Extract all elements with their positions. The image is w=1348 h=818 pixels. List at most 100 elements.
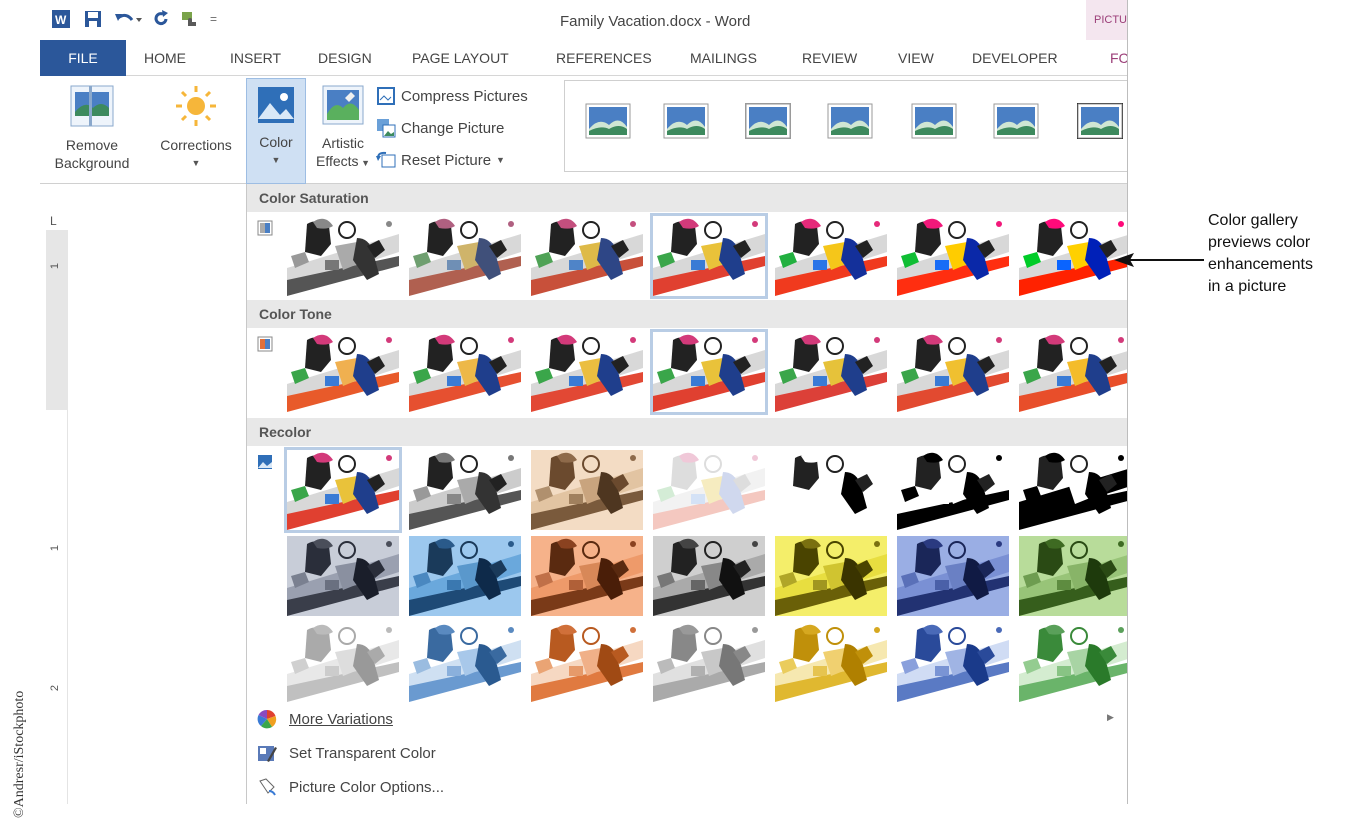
window-title: Family Vacation.docx - Word xyxy=(560,13,751,30)
remove-background-icon xyxy=(70,85,114,127)
recolor-light-orange-thumb[interactable] xyxy=(531,622,643,702)
recolor-grayscale-thumb[interactable] xyxy=(409,450,521,530)
submenu-arrow-icon: ▶ xyxy=(1107,712,1114,722)
ruler-tab-selector[interactable]: L xyxy=(40,190,80,228)
picture-styles-gallery xyxy=(564,80,1127,172)
recolor-light-green-thumb[interactable] xyxy=(1019,622,1128,702)
touch-mode-icon[interactable] xyxy=(180,8,202,30)
compress-pictures-button[interactable]: Compress Pictures xyxy=(376,86,528,106)
ruler-number: 1 xyxy=(49,544,62,552)
picture-style-5[interactable] xyxy=(911,103,957,139)
title-bar: W = Family Vacation.docx - Word PICTU xyxy=(40,0,1127,40)
more-variations-menu-item[interactable]: More Variations xyxy=(257,706,393,732)
recolor-dark-green-thumb[interactable] xyxy=(1019,536,1128,616)
ruler-margin xyxy=(46,230,68,410)
tab-stop-label: L xyxy=(50,214,57,228)
recolor-light-blue-thumb[interactable] xyxy=(409,622,521,702)
artistic-effects-button[interactable]: Artistic Effects ▼ xyxy=(310,84,376,172)
recolor-dark-yellow-thumb[interactable] xyxy=(775,536,887,616)
recolor-dark-blue-thumb[interactable] xyxy=(409,536,521,616)
recolor-dark-orange-thumb[interactable] xyxy=(531,536,643,616)
callout-line: in a picture xyxy=(1208,278,1287,295)
recolor-light-gold-thumb[interactable] xyxy=(775,622,887,702)
tab-review[interactable]: REVIEW xyxy=(802,40,857,76)
tone-6500k-thumb[interactable] xyxy=(650,329,768,415)
ruler-number: 1 xyxy=(49,262,62,270)
tone-4700k-thumb[interactable] xyxy=(287,332,399,412)
tab-format[interactable]: FC xyxy=(1110,40,1127,76)
artistic-effects-icon xyxy=(322,85,364,125)
corrections-button[interactable]: Corrections ▼ xyxy=(148,84,244,172)
tab-page-layout[interactable]: PAGE LAYOUT xyxy=(412,40,509,76)
photo-credit: ©Andresr/iStockphoto xyxy=(12,690,27,818)
picture-style-2[interactable] xyxy=(663,103,709,139)
saturation-0-thumb[interactable] xyxy=(287,216,399,296)
recolor-no-recolor-thumb[interactable] xyxy=(284,447,402,533)
tone-7200k-thumb[interactable] xyxy=(775,332,887,412)
tab-home[interactable]: HOME xyxy=(144,40,186,76)
tone-11200k-thumb[interactable] xyxy=(1019,332,1128,412)
callout-arrow-icon xyxy=(1114,253,1204,267)
picture-style-3[interactable] xyxy=(745,103,791,139)
callout-line: Color gallery xyxy=(1208,212,1298,229)
change-picture-button[interactable]: Change Picture xyxy=(376,118,504,138)
recolor-washout-thumb[interactable] xyxy=(653,450,765,530)
color-picture-icon xyxy=(258,87,294,123)
tab-insert[interactable]: INSERT xyxy=(230,40,281,76)
color-button[interactable]: Color ▼ xyxy=(246,78,306,184)
recolor-dark-1-thumb[interactable] xyxy=(287,536,399,616)
section-header: Recolor xyxy=(247,418,1127,446)
remove-background-label-1: Remove xyxy=(65,137,119,153)
recolor-light-gray-thumb[interactable] xyxy=(287,622,399,702)
redo-icon[interactable] xyxy=(152,8,170,30)
set-transparent-color-label: Set Transparent Color xyxy=(289,744,436,762)
saturation-33-thumb[interactable] xyxy=(409,216,521,296)
set-transparent-color-menu-item[interactable]: Set Transparent Color xyxy=(257,740,436,766)
recolor-bw-50-thumb[interactable] xyxy=(897,450,1009,530)
tab-design[interactable]: DESIGN xyxy=(318,40,372,76)
ribbon: Remove Background Corrections ▼ Color ▼ … xyxy=(40,76,1127,184)
picture-style-1[interactable] xyxy=(585,103,631,139)
vertical-ruler: 1 1 2 xyxy=(46,230,68,804)
artistic-effects-label-1: Artistic xyxy=(322,135,364,151)
context-tab-picture-tools[interactable]: PICTU xyxy=(1086,0,1127,40)
artistic-effects-label-2: Effects ▼ xyxy=(316,153,370,169)
tone-5300k-thumb[interactable] xyxy=(409,332,521,412)
picture-style-6[interactable] xyxy=(993,103,1039,139)
tab-developer[interactable]: DEVELOPER xyxy=(972,40,1058,76)
reset-picture-button[interactable]: Reset Picture ▼ xyxy=(376,150,505,170)
tone-8800k-thumb[interactable] xyxy=(897,332,1009,412)
compress-icon xyxy=(377,87,395,105)
callout-line: previews color xyxy=(1208,234,1311,251)
undo-icon[interactable] xyxy=(114,8,144,30)
saturation-66-thumb[interactable] xyxy=(531,216,643,296)
change-picture-label: Change Picture xyxy=(401,119,505,137)
tone-5900k-thumb[interactable] xyxy=(531,332,643,412)
tab-file[interactable]: FILE xyxy=(40,40,126,76)
customize-qat-icon[interactable]: = xyxy=(210,8,217,30)
tab-references[interactable]: REFERENCES xyxy=(556,40,652,76)
picture-style-4[interactable] xyxy=(827,103,873,139)
reset-picture-icon xyxy=(376,151,396,168)
saturation-100-thumb[interactable] xyxy=(650,213,768,299)
picture-color-options-menu-item[interactable]: Picture Color Options... xyxy=(257,774,444,800)
compress-pictures-label: Compress Pictures xyxy=(401,87,528,105)
recolor-light-indigo-thumb[interactable] xyxy=(897,622,1009,702)
tab-mailings[interactable]: MAILINGS xyxy=(690,40,757,76)
picture-color-options-label: Picture Color Options... xyxy=(289,778,445,796)
recolor-light-gray-2-thumb[interactable] xyxy=(653,622,765,702)
remove-background-button[interactable]: Remove Background xyxy=(42,84,142,172)
save-icon[interactable] xyxy=(84,8,102,30)
picture-style-7[interactable] xyxy=(1077,103,1123,139)
chevron-down-icon: ▼ xyxy=(271,155,281,165)
recolor-bw-25-thumb[interactable] xyxy=(775,450,887,530)
tab-view[interactable]: VIEW xyxy=(898,40,934,76)
saturation-200-thumb[interactable] xyxy=(775,216,887,296)
saturation-300-thumb[interactable] xyxy=(897,216,1009,296)
callout-text: Color gallery previews color enhancement… xyxy=(1208,210,1338,298)
recolor-bw-75-thumb[interactable] xyxy=(1019,450,1128,530)
recolor-dark-indigo-thumb[interactable] xyxy=(897,536,1009,616)
recolor-sepia-thumb[interactable] xyxy=(531,450,643,530)
recolor-dark-gray-thumb[interactable] xyxy=(653,536,765,616)
reset-picture-label: Reset Picture xyxy=(401,151,492,169)
